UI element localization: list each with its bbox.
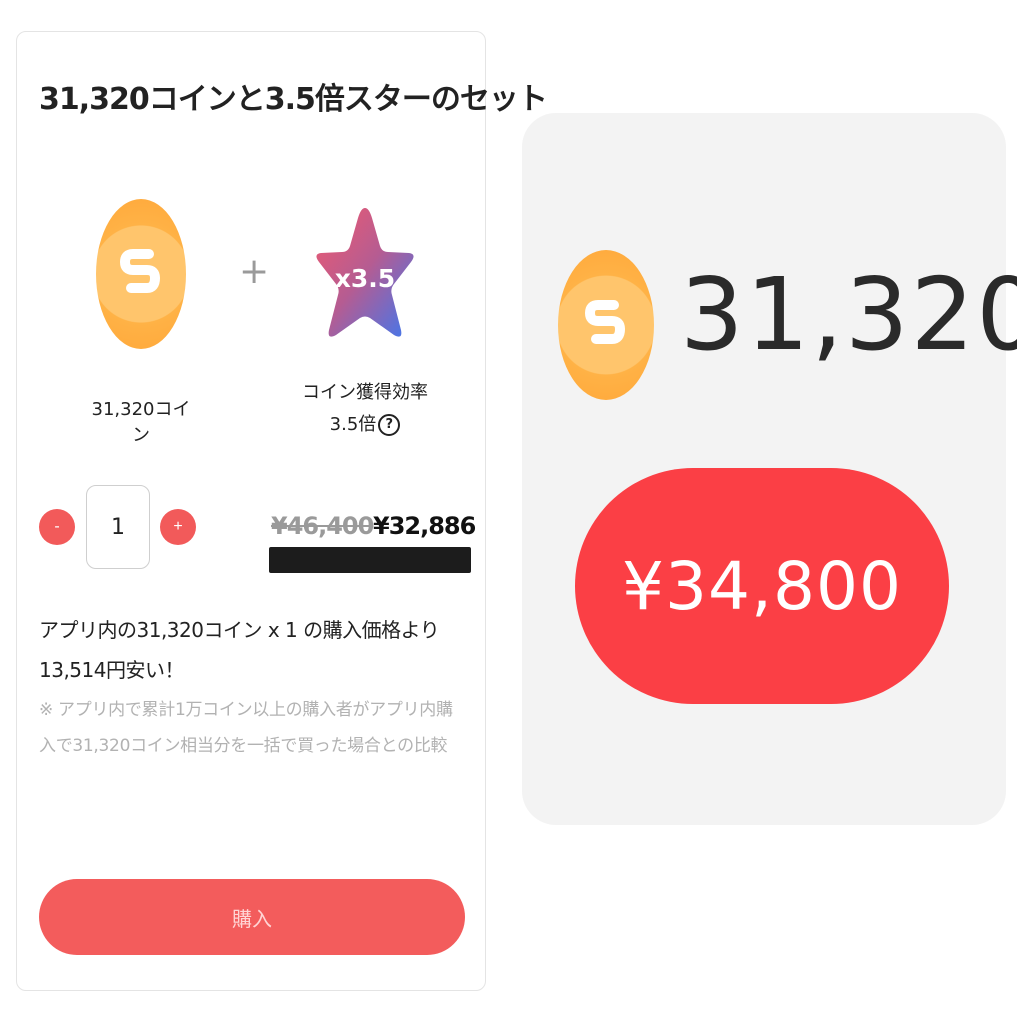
- price-panel: 31,320 ¥34,800: [522, 113, 1017, 825]
- star-caption: コイン獲得効率 3.5倍?: [285, 377, 445, 441]
- star-caption-line1: コイン獲得効率: [302, 382, 428, 403]
- product-title: 31,320コインと3.5倍スターのセット: [39, 82, 548, 117]
- savings-line1: アプリ内の31,320コイン x 1 の購入価格より: [39, 618, 440, 642]
- star-icon: x3.5: [313, 202, 417, 346]
- current-price: ¥32,886: [373, 512, 476, 540]
- coin-caption: 31,320コイン: [91, 399, 191, 446]
- coin-icon: [96, 199, 186, 349]
- help-icon[interactable]: ?: [378, 414, 401, 436]
- star-multiplier: x3.5: [334, 264, 396, 293]
- redaction-bar: [269, 547, 471, 573]
- original-price: ¥46,400: [271, 512, 374, 540]
- price-button[interactable]: ¥34,800: [575, 468, 949, 704]
- product-card: 31,320コインと3.5倍スターのセット + x3.5 31,320コイン コ…: [16, 31, 548, 991]
- savings-text: アプリ内の31,320コイン x 1 の購入価格より 13,514円安い！: [39, 610, 479, 690]
- star-caption-rate: 3.5倍: [329, 414, 377, 435]
- coin-icon: [558, 250, 654, 400]
- star-caption-line2: 3.5倍?: [285, 409, 445, 441]
- comparison-note: ※ アプリ内で累計1万コイン以上の購入者がアプリ内購入で31,320コイン相当分…: [39, 700, 453, 756]
- savings-line2: 13,514円安い！: [39, 658, 184, 682]
- buy-button[interactable]: 購入: [39, 879, 465, 955]
- quantity-decrement-button[interactable]: -: [39, 509, 75, 545]
- plus-sign: +: [239, 251, 270, 292]
- screen: 31,320コインと3.5倍スターのセット + x3.5 31,320コイン コ…: [0, 0, 1017, 1017]
- quantity-input[interactable]: [86, 485, 150, 569]
- quantity-increment-button[interactable]: +: [160, 509, 196, 545]
- coin-amount: 31,320: [680, 256, 1017, 373]
